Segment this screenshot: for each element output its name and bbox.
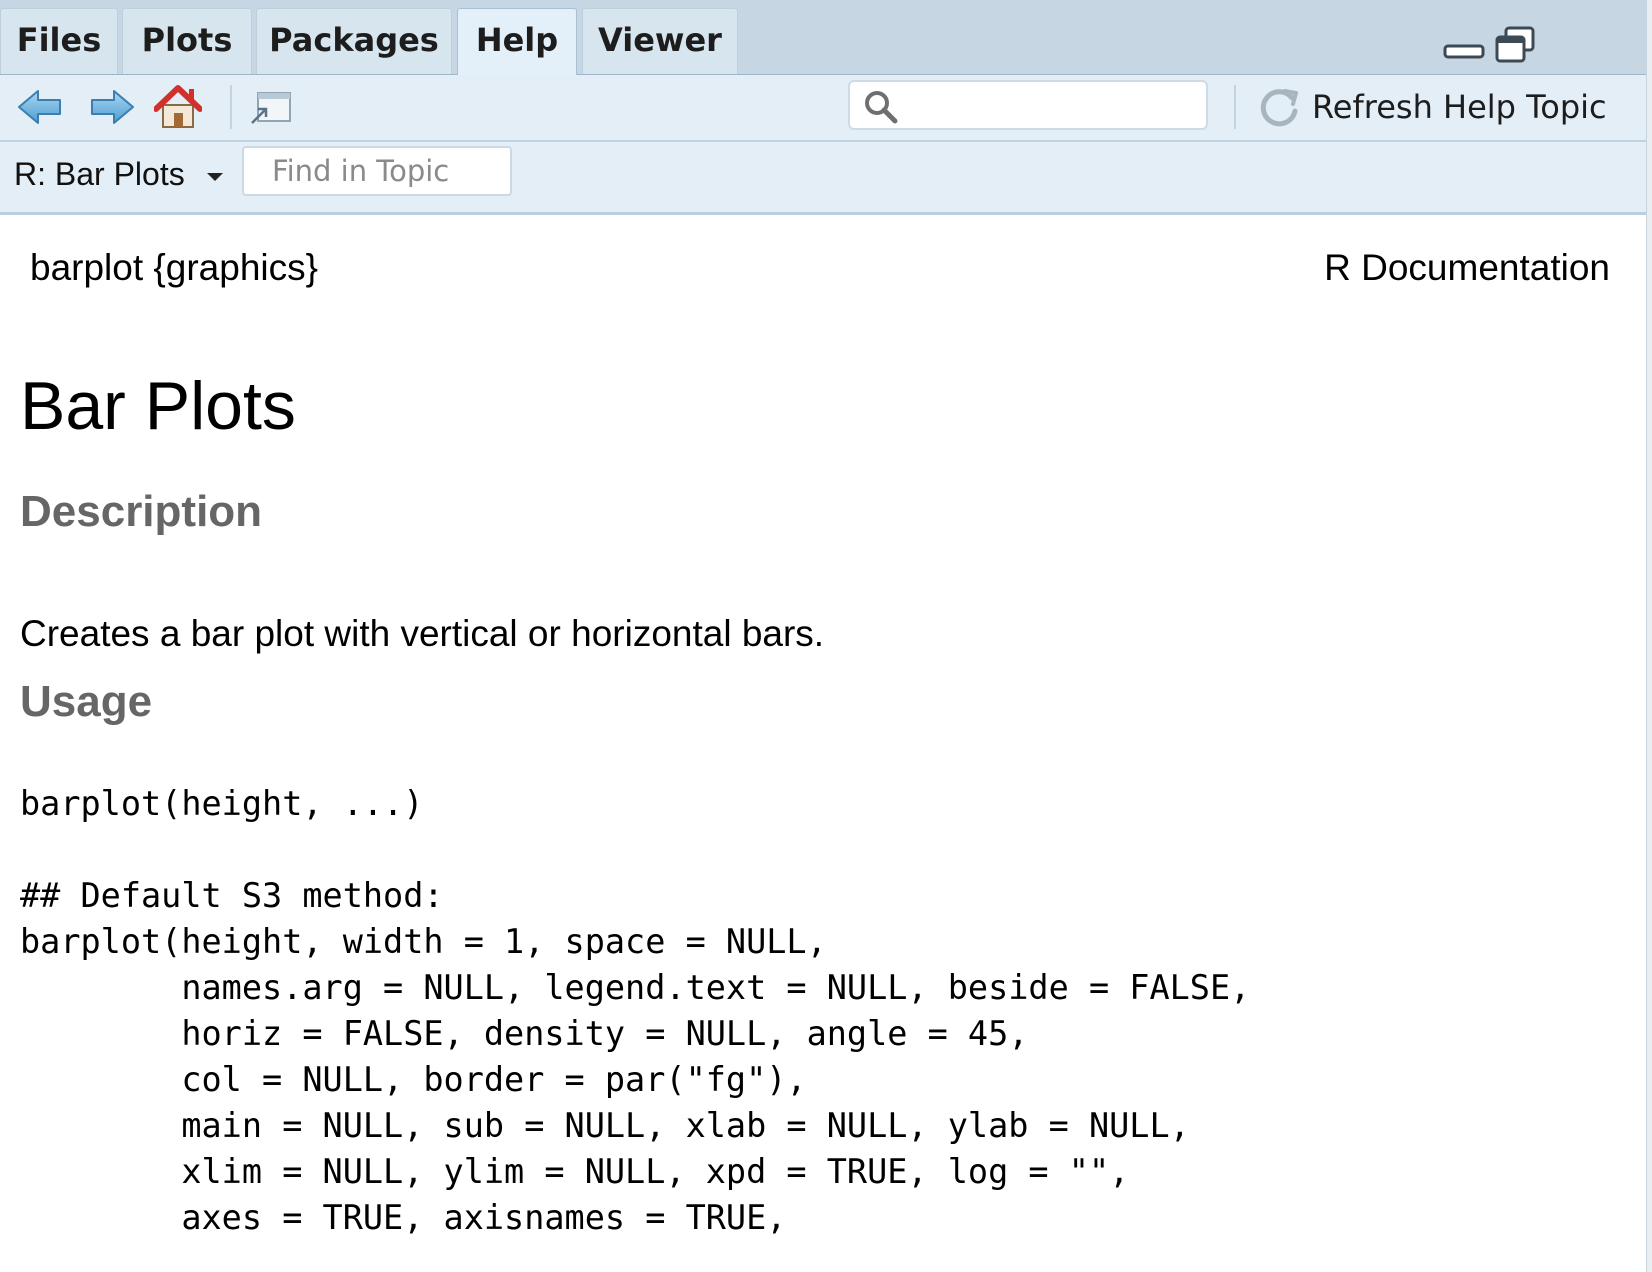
topic-bar: R: Bar Plots bbox=[0, 142, 1646, 215]
doc-source-label: R Documentation bbox=[1324, 247, 1610, 288]
code-line: barplot(height, ...) bbox=[20, 784, 424, 823]
code-line: axes = TRUE, axisnames = TRUE, bbox=[20, 1198, 787, 1237]
refresh-icon bbox=[1260, 89, 1298, 127]
tab-viewer[interactable]: Viewer bbox=[582, 8, 738, 74]
code-line: main = NULL, sub = NULL, xlab = NULL, yl… bbox=[20, 1106, 1190, 1145]
tab-packages[interactable]: Packages bbox=[256, 8, 452, 74]
code-line: col = NULL, border = par("fg"), bbox=[20, 1060, 807, 1099]
search-icon bbox=[865, 91, 898, 124]
help-content: barplot {graphics} R Documentation Bar P… bbox=[0, 215, 1646, 1272]
page-title: Bar Plots bbox=[20, 368, 296, 444]
scrollbar-edge[interactable] bbox=[1646, 0, 1652, 1272]
pane-tab-bar: Files Plots Packages Help Viewer bbox=[0, 0, 1646, 75]
usage-code-block: barplot(height, ...) ## Default S3 metho… bbox=[20, 781, 1250, 1241]
arrow-right-icon[interactable] bbox=[88, 83, 136, 131]
find-in-topic-input[interactable] bbox=[242, 146, 512, 196]
tab-help[interactable]: Help bbox=[457, 8, 577, 75]
minimize-pane-icon[interactable] bbox=[1443, 26, 1485, 62]
toolbar-separator bbox=[230, 85, 232, 129]
help-toolbar: Refresh Help Topic bbox=[0, 75, 1646, 142]
topic-dropdown-label: R: Bar Plots bbox=[14, 156, 185, 192]
arrow-left-icon[interactable] bbox=[16, 83, 64, 131]
refresh-help-topic-label: Refresh Help Topic bbox=[1312, 88, 1607, 126]
code-line: barplot(height, width = 1, space = NULL, bbox=[20, 922, 827, 961]
home-icon[interactable] bbox=[154, 83, 202, 131]
tab-files[interactable]: Files bbox=[0, 8, 118, 74]
maximize-pane-icon[interactable] bbox=[1494, 26, 1536, 64]
code-line: horiz = FALSE, density = NULL, angle = 4… bbox=[20, 1014, 1029, 1053]
description-heading: Description bbox=[20, 487, 263, 536]
topic-history-dropdown[interactable]: R: Bar Plots bbox=[14, 156, 224, 196]
code-line: ## Default S3 method: bbox=[20, 876, 444, 915]
help-search-box[interactable] bbox=[848, 80, 1208, 130]
toolbar-separator bbox=[1234, 85, 1236, 129]
chevron-down-icon bbox=[206, 172, 223, 181]
code-line: names.arg = NULL, legend.text = NULL, be… bbox=[20, 968, 1251, 1007]
doc-package-name: barplot {graphics} bbox=[30, 247, 318, 288]
code-line: xlim = NULL, ylim = NULL, xpd = TRUE, lo… bbox=[20, 1152, 1130, 1191]
tab-plots[interactable]: Plots bbox=[122, 8, 252, 74]
description-text: Creates a bar plot with vertical or hori… bbox=[20, 613, 825, 654]
usage-heading: Usage bbox=[20, 677, 153, 726]
popout-window-icon[interactable] bbox=[248, 83, 296, 131]
